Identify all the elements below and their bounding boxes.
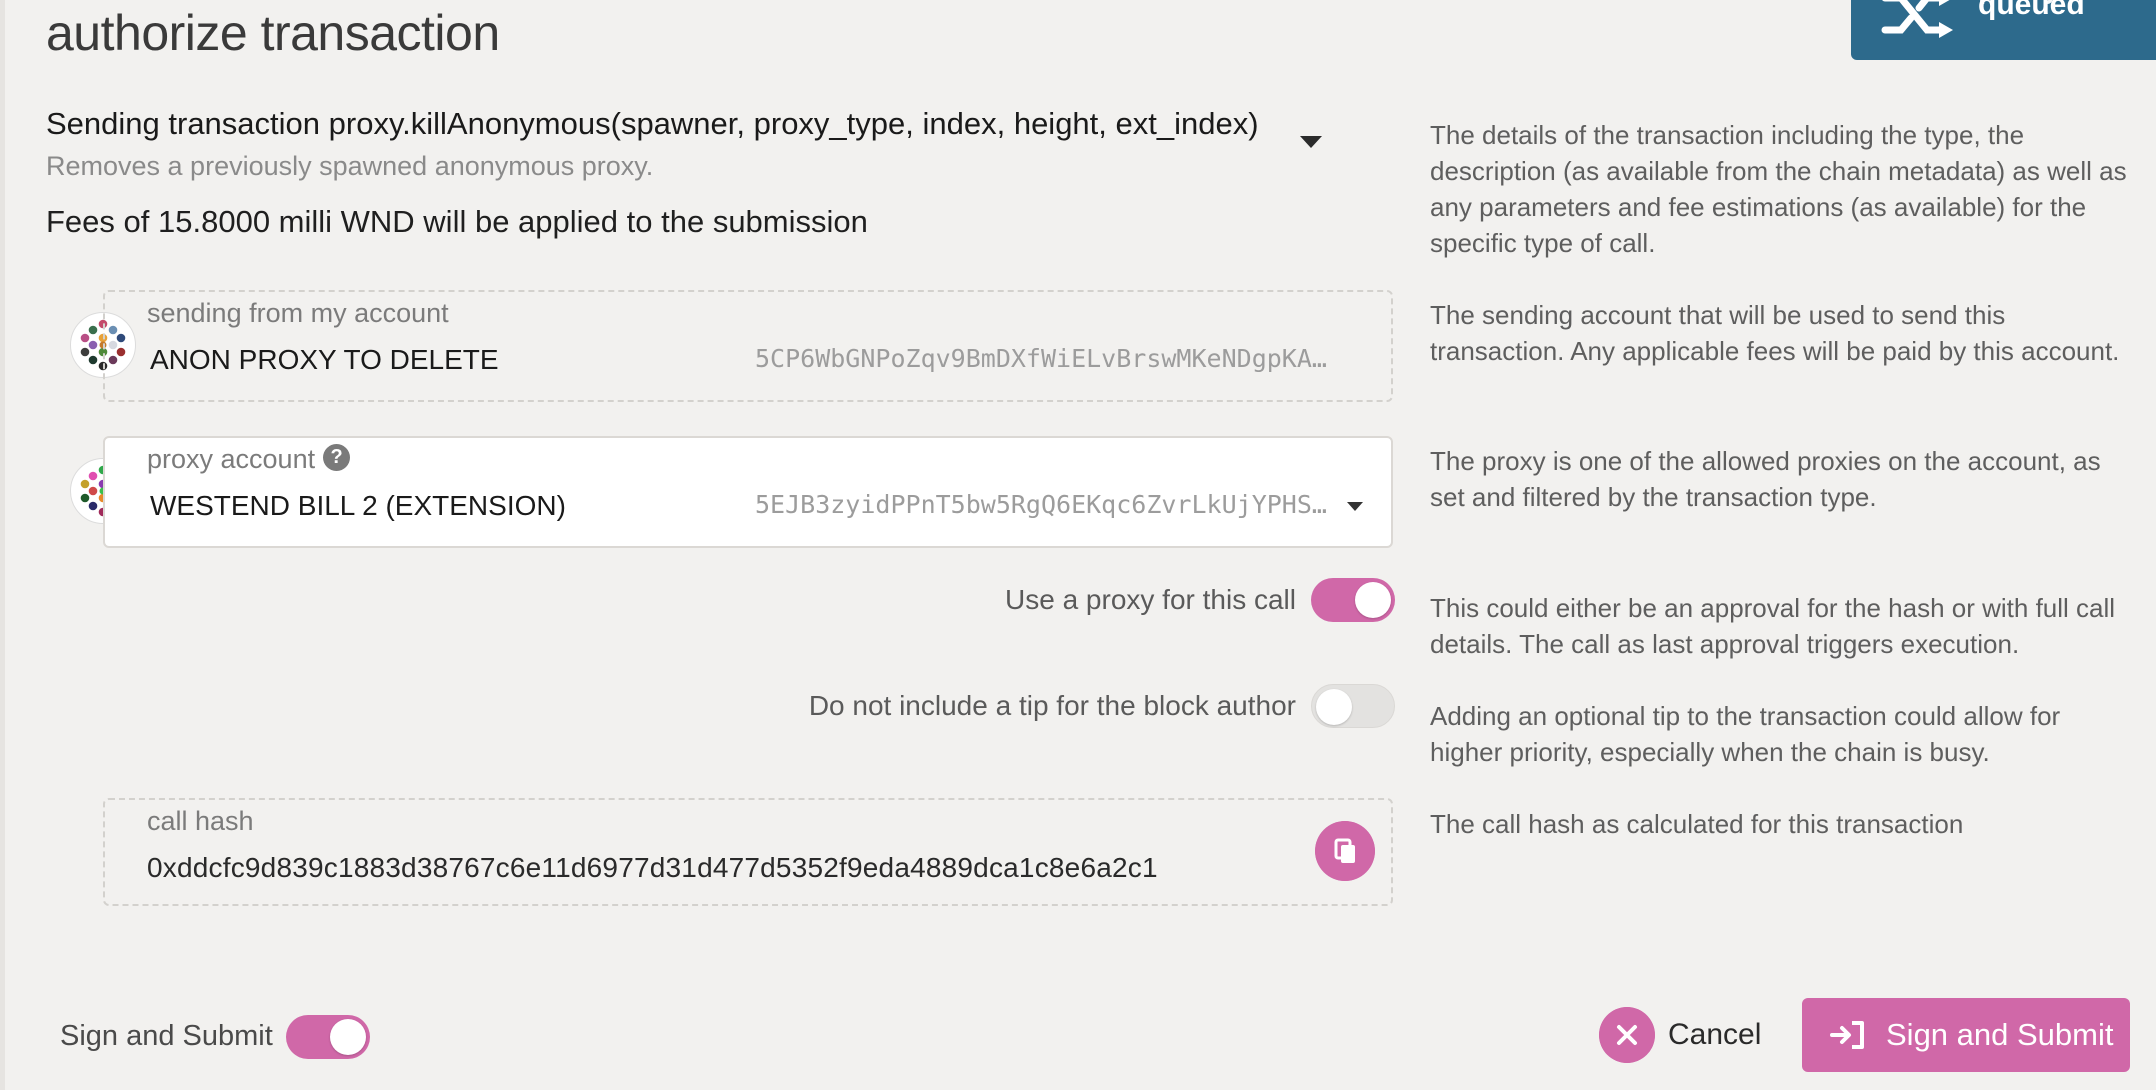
proxy-account-select[interactable]: proxy account? WESTEND BILL 2 (EXTENSION… xyxy=(103,436,1393,548)
proxy-address: 5EJB3zyidPPnT5bw5RgQ6EKqc6ZvrLkUjYPHS… xyxy=(755,490,1327,519)
no-tip-label: Do not include a tip for the block autho… xyxy=(808,690,1296,721)
help-proxy: The proxy is one of the allowed proxies … xyxy=(1430,446,2101,512)
help-sender: The sending account that will be used to… xyxy=(1430,300,2120,366)
sign-and-submit-label: Sign and Submit xyxy=(1886,1017,2114,1052)
transaction-method: Sending transaction proxy.killAnonymous(… xyxy=(46,106,1259,141)
use-proxy-label: Use a proxy for this call xyxy=(1005,584,1296,615)
transaction-description: Removes a previously spawned anonymous p… xyxy=(46,151,654,181)
toggle-knob xyxy=(1316,689,1352,725)
help-details: The details of the transaction including… xyxy=(1430,120,2127,258)
sender-name: ANON PROXY TO DELETE xyxy=(150,344,499,375)
fee-estimate: Fees of 15.8000 milli WND will be applie… xyxy=(46,204,868,239)
sender-address: 5CP6WbGNPoZqv9BmDXfWiELvBrswMKeNDgpKA… xyxy=(755,344,1327,373)
sign-in-icon xyxy=(1830,1021,1864,1049)
notification-toast[interactable]: proxy queued xyxy=(1851,0,2156,60)
call-hash-field: call hash 0xddcfc9d839c1883d38767c6e11d6… xyxy=(103,798,1393,906)
use-proxy-toggle[interactable] xyxy=(1311,578,1395,622)
copy-icon[interactable] xyxy=(1315,821,1375,881)
help-hash: The call hash as calculated for this tra… xyxy=(1430,809,1964,839)
chevron-down-icon[interactable] xyxy=(1347,502,1363,511)
toggle-knob xyxy=(1355,582,1391,618)
proxy-label: proxy account? xyxy=(147,444,351,475)
proxy-label-text: proxy account xyxy=(147,444,316,474)
call-hash-value: 0xddcfc9d839c1883d38767c6e11d6977d31d477… xyxy=(147,852,1158,883)
sender-account-field: sending from my account ANON PROXY TO DE… xyxy=(103,290,1393,402)
modal-title: authorize transaction xyxy=(46,5,500,61)
help-approval: This could either be an approval for the… xyxy=(1430,593,2116,659)
notification-status: queued xyxy=(1978,0,2085,21)
close-icon[interactable] xyxy=(1599,1007,1655,1063)
help-tip: Adding an optional tip to the transactio… xyxy=(1430,701,2061,767)
proxy-name: WESTEND BILL 2 (EXTENSION) xyxy=(150,490,566,521)
cancel-button[interactable]: Cancel xyxy=(1668,1018,1761,1052)
caret-down-icon[interactable] xyxy=(1300,136,1322,148)
toggle-knob xyxy=(330,1019,366,1055)
no-tip-toggle[interactable] xyxy=(1311,684,1395,728)
sign-and-submit-button[interactable]: Sign and Submit xyxy=(1802,998,2130,1072)
call-hash-label: call hash xyxy=(147,806,254,836)
sign-submit-toggle-label: Sign and Submit xyxy=(60,1020,273,1052)
left-edge xyxy=(0,0,5,1090)
sign-submit-toggle[interactable] xyxy=(286,1015,370,1059)
shuffle-icon xyxy=(1881,0,1953,38)
sender-label: sending from my account xyxy=(147,298,449,328)
question-icon[interactable]: ? xyxy=(323,444,351,472)
